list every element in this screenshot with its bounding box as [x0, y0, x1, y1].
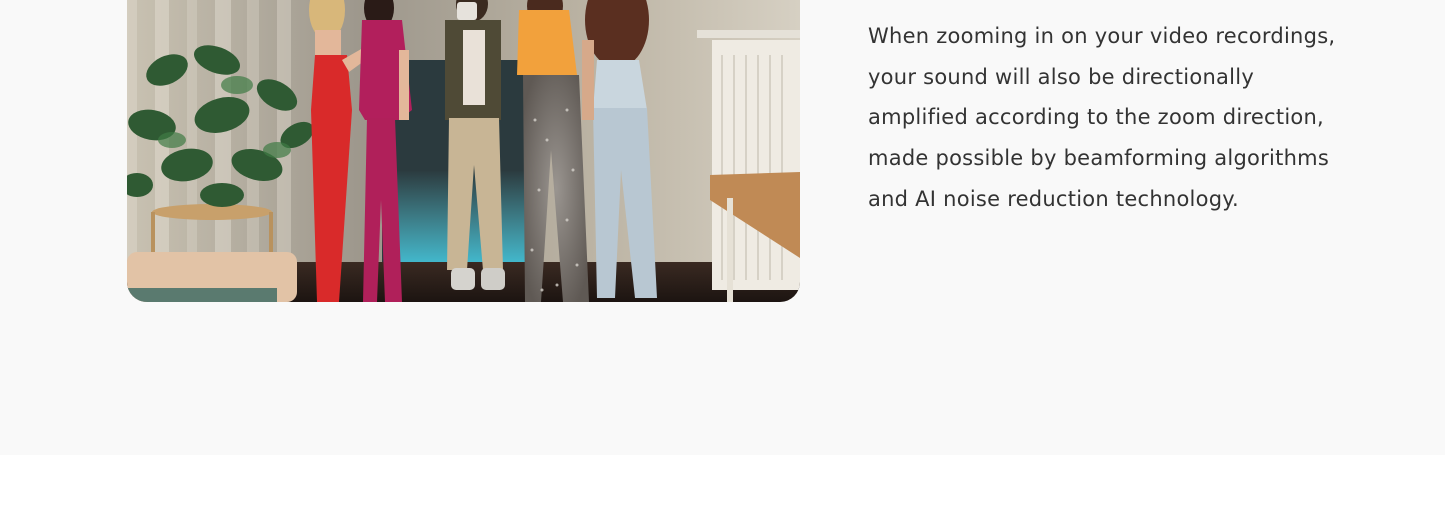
feature-description: When zooming in on your video recordings…	[868, 24, 1336, 211]
page-background	[0, 455, 1445, 520]
feature-photo	[127, 0, 800, 302]
feature-section: When zooming in on your video recordings…	[0, 0, 1445, 455]
